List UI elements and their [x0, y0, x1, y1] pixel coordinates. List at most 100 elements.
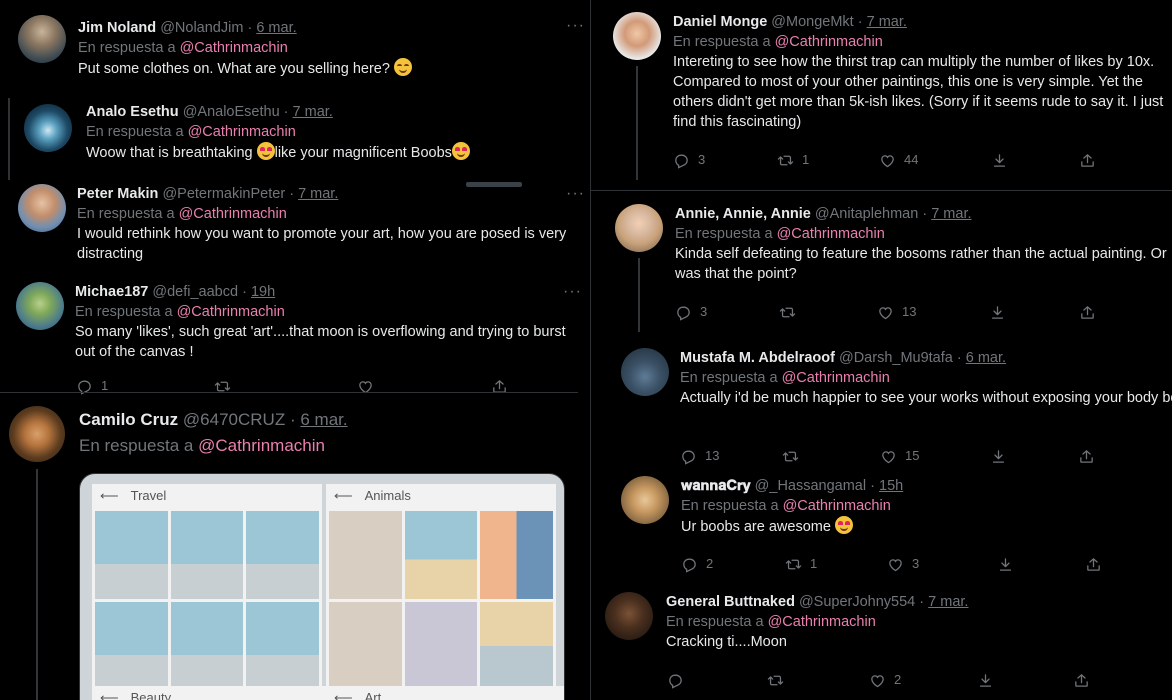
tweet-analo-esethu[interactable]: Analo Esethu @AnaloEsethu · 7 mar. En re… [8, 98, 522, 187]
avatar[interactable] [615, 204, 663, 252]
tweet-michae187[interactable]: Michae187 @defi_aabcd · 19h En respuesta… [0, 276, 590, 390]
reply-button[interactable]: 2 [681, 554, 785, 574]
tweet-actions: 3 1 44 [673, 150, 1096, 170]
avatar[interactable] [9, 406, 65, 462]
author-handle[interactable]: @defi_aabcd [152, 284, 238, 300]
tweet-jim-noland[interactable]: Jim Noland @NolandJim · 6 mar. En respue… [0, 0, 590, 100]
tweet-text: Intereting to see how the thirst trap ca… [673, 54, 1164, 130]
retweet-button[interactable] [767, 670, 869, 690]
tweet-camilo-cruz[interactable]: Camilo Cruz @6470CRUZ · 6 mar. En respue… [0, 393, 590, 700]
reply-mention[interactable]: @Cathrinmachin [775, 34, 883, 50]
tweet-date[interactable]: 6 mar. [256, 20, 296, 36]
tweet-annie[interactable]: Annie, Annie, Annie @Anitaplehman · 7 ma… [591, 196, 1172, 336]
tweet-date[interactable]: 7 mar. [867, 14, 907, 30]
more-icon[interactable]: ··· [563, 282, 582, 302]
author-name[interactable]: Michae187 [75, 284, 148, 300]
tweet-date[interactable]: 6 mar. [300, 410, 347, 429]
like-button[interactable]: 2 [869, 670, 977, 690]
avatar[interactable] [16, 282, 64, 330]
avatar[interactable] [18, 184, 66, 232]
like-button[interactable]: 3 [887, 554, 997, 574]
reply-mention[interactable]: @Cathrinmachin [177, 304, 285, 320]
avatar[interactable] [605, 592, 653, 640]
reply-button[interactable]: 13 [680, 446, 782, 466]
download-button[interactable] [997, 554, 1085, 574]
reply-count: 3 [700, 304, 708, 319]
author-name[interactable]: Analo Esethu [86, 104, 179, 120]
author-handle[interactable]: @SuperJohny554 [799, 594, 915, 610]
reply-mention[interactable]: @Cathrinmachin [782, 370, 890, 386]
author-handle[interactable]: @_Hassangamal [755, 478, 866, 494]
reply-mention[interactable]: @Cathrinmachin [783, 498, 891, 514]
tweet-daniel-monge[interactable]: Daniel Monge @MongeMkt · 7 mar. En respu… [591, 0, 1172, 190]
download-button[interactable] [991, 150, 1079, 170]
avatar[interactable] [621, 348, 669, 396]
retweet-button[interactable] [779, 302, 877, 322]
tweet-date[interactable]: 19h [251, 284, 275, 300]
tweet-date[interactable]: 7 mar. [928, 594, 968, 610]
author-name[interactable]: Camilo Cruz [79, 410, 178, 429]
tweet-image[interactable]: ⟵ Travel ⟵ Animals ⟵ Beauty ⟵ Art [79, 473, 565, 700]
reply-mention[interactable]: @Cathrinmachin [198, 436, 325, 455]
reply-button[interactable]: 3 [673, 150, 777, 170]
download-button[interactable] [977, 670, 1073, 690]
more-icon[interactable]: ··· [566, 184, 585, 204]
download-button[interactable] [989, 302, 1079, 322]
author-name[interactable]: Daniel Monge [673, 14, 767, 30]
reply-mention[interactable]: @Cathrinmachin [768, 614, 876, 630]
like-button[interactable]: 13 [877, 302, 989, 322]
like-button[interactable]: 44 [879, 150, 991, 170]
tweet-actions: 2 1 3 [681, 554, 1102, 574]
tweet-date[interactable]: 15h [879, 478, 903, 494]
share-button[interactable] [1085, 554, 1102, 574]
download-button[interactable] [990, 446, 1078, 466]
author-name[interactable]: Mustafa M. Abdelraoof [680, 350, 835, 366]
reply-count: 2 [706, 556, 714, 571]
thread-line [36, 469, 38, 700]
tweet-peter-makin[interactable]: Peter Makin @PetermakinPeter · 7 mar. En… [0, 180, 590, 272]
author-handle[interactable]: @MongeMkt [771, 14, 853, 30]
tweet-wannacry[interactable]: 𝐰𝐚𝐧𝐧𝐚𝐂𝐫𝐲 @_Hassangamal · 15h En respuest… [591, 472, 1172, 584]
reply-button[interactable] [667, 670, 767, 690]
tweet-date[interactable]: 7 mar. [298, 186, 338, 202]
tweet-text: Kinda self defeating to feature the boso… [675, 246, 1167, 282]
like-button[interactable]: 15 [880, 446, 990, 466]
author-handle[interactable]: @AnaloEsethu [183, 104, 280, 120]
retweet-count: 1 [802, 152, 810, 167]
author-handle[interactable]: @Darsh_Mu9tafa [839, 350, 953, 366]
author-name[interactable]: Annie, Annie, Annie [675, 206, 811, 222]
retweet-button[interactable] [782, 446, 880, 466]
share-button[interactable] [1073, 670, 1090, 690]
retweet-button[interactable]: 1 [777, 150, 879, 170]
tweet-date[interactable]: 6 mar. [966, 350, 1006, 366]
avatar[interactable] [621, 476, 669, 524]
share-button[interactable] [1079, 302, 1096, 322]
author-name[interactable]: Jim Noland [78, 20, 156, 36]
reply-button[interactable]: 3 [675, 302, 779, 322]
tweet-date[interactable]: 7 mar. [931, 206, 971, 222]
reply-mention[interactable]: @Cathrinmachin [180, 40, 288, 56]
tweet-general-buttnaked[interactable]: General Buttnaked @SuperJohny554 · 7 mar… [591, 588, 1172, 700]
avatar[interactable] [24, 104, 72, 152]
tweet-mustafa[interactable]: Mustafa M. Abdelraoof @Darsh_Mu9tafa · 6… [591, 340, 1172, 468]
reply-mention[interactable]: @Cathrinmachin [777, 226, 885, 242]
reply-count: 3 [698, 152, 706, 167]
reply-mention[interactable]: @Cathrinmachin [179, 206, 287, 222]
author-handle[interactable]: @PetermakinPeter [162, 186, 285, 202]
heart-eyes-emoji-icon [451, 142, 470, 160]
author-handle[interactable]: @NolandJim [160, 20, 243, 36]
avatar[interactable] [18, 15, 66, 63]
author-handle[interactable]: @Anitaplehman [815, 206, 918, 222]
share-button[interactable] [1079, 150, 1096, 170]
author-handle[interactable]: @6470CRUZ [183, 410, 285, 429]
retweet-button[interactable]: 1 [785, 554, 887, 574]
author-name[interactable]: General Buttnaked [666, 594, 795, 610]
more-icon[interactable]: ··· [566, 16, 585, 36]
share-button[interactable] [1078, 446, 1095, 466]
author-name[interactable]: Peter Makin [77, 186, 158, 202]
tweet-date[interactable]: 7 mar. [293, 104, 333, 120]
comic-panel-animals: ⟵ Animals [326, 484, 556, 699]
reply-mention[interactable]: @Cathrinmachin [188, 124, 296, 140]
author-name[interactable]: 𝐰𝐚𝐧𝐧𝐚𝐂𝐫𝐲 [681, 478, 751, 494]
avatar[interactable] [613, 12, 661, 60]
